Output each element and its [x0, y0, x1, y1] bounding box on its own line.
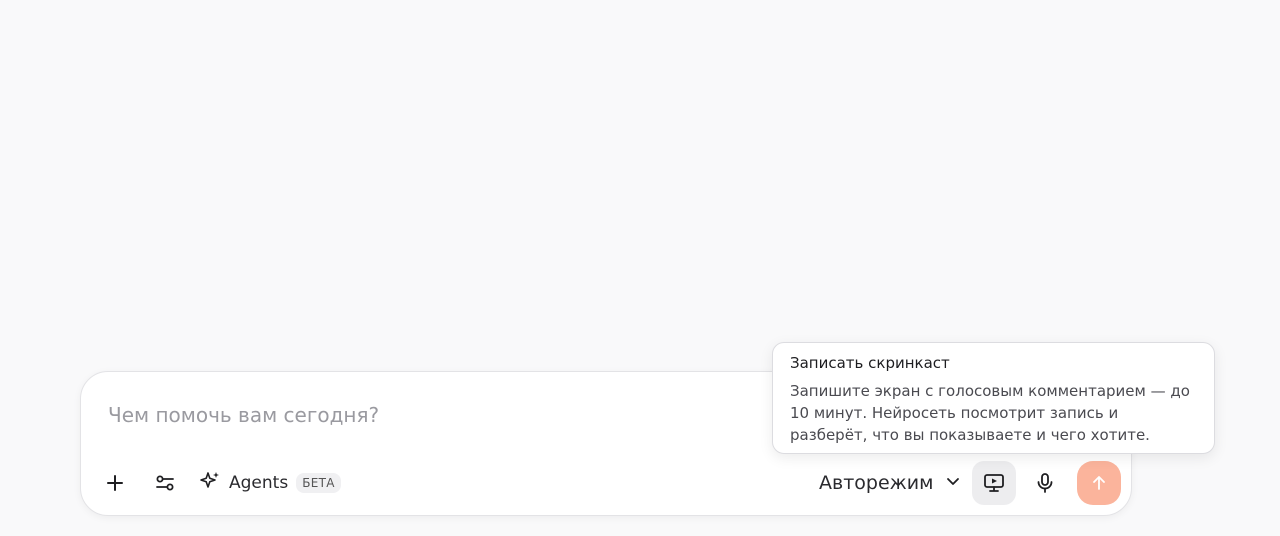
agents-button[interactable]: Agents БЕТА — [199, 466, 341, 500]
microphone-icon — [1034, 472, 1056, 494]
screen-record-icon — [983, 472, 1005, 494]
beta-badge: БЕТА — [296, 473, 341, 493]
chevron-down-icon — [945, 473, 961, 493]
tools-settings-button[interactable] — [145, 463, 185, 503]
agents-label: Agents — [229, 473, 289, 493]
add-attachment-button[interactable] — [95, 463, 135, 503]
record-screencast-button[interactable] — [972, 461, 1016, 505]
tooltip-title: Записать скринкаст — [790, 354, 950, 372]
tooltip-body: Запишите экран с голосовым комментарием … — [790, 382, 1190, 444]
prompt-input[interactable] — [108, 400, 748, 430]
voice-input-button[interactable] — [1025, 463, 1065, 503]
send-button[interactable] — [1077, 461, 1121, 505]
sliders-icon — [154, 472, 176, 494]
screencast-tooltip: Записать скринкаст Запишите экран с голо… — [772, 342, 1215, 454]
sparkles-icon — [199, 470, 221, 496]
arrow-up-icon — [1089, 473, 1109, 493]
mode-selector[interactable]: Авторежим — [819, 466, 961, 500]
plus-icon — [105, 473, 125, 493]
mode-label: Авторежим — [819, 472, 934, 494]
